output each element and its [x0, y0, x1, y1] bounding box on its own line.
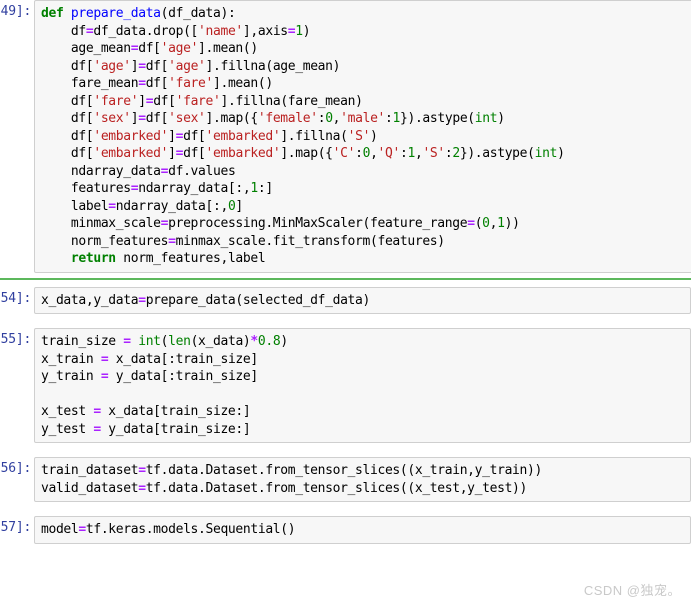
- cell-prompt: [49]:: [0, 4, 32, 19]
- code-line-8: df['embarked']=df['embarked'].fillna('S'…: [41, 128, 378, 144]
- cell-prompt: [55]:: [0, 332, 32, 347]
- cell-input-area[interactable]: train_size = int(len(x_data)*0.8) x_trai…: [34, 328, 691, 443]
- cell-input-area[interactable]: model=tf.keras.models.Sequential(): [34, 516, 691, 544]
- code-line-6: df['fare']=df['fare'].fillna(fare_mean): [41, 93, 363, 109]
- cell-prompt: [56]:: [0, 461, 32, 476]
- code-line-4: df['age']=df['age'].fillna(age_mean): [41, 58, 341, 74]
- notebook-cell[interactable]: [57]: model=tf.keras.models.Sequential(): [0, 516, 691, 544]
- cell-spacer: [0, 314, 691, 328]
- code-line-5: fare_mean=df['fare'].mean(): [41, 76, 273, 91]
- cell-separator: [0, 277, 691, 280]
- csdn-watermark: CSDN @独宠。: [583, 583, 681, 598]
- code-line-5: x_test = x_data[train_size:]: [41, 404, 251, 419]
- code-line-1: model=tf.keras.models.Sequential(): [41, 522, 296, 537]
- notebook-cell[interactable]: [56]: train_dataset=tf.data.Dataset.from…: [0, 457, 691, 502]
- code-line-11: features=ndarray_data[:,1:]: [41, 181, 273, 196]
- code-line-4: [41, 386, 686, 404]
- notebook-cell[interactable]: [55]: train_size = int(len(x_data)*0.8) …: [0, 328, 691, 443]
- code-line-2: valid_dataset=tf.data.Dataset.from_tenso…: [41, 480, 527, 496]
- cell-prompt: [57]:: [0, 520, 32, 535]
- code-line-1: def prepare_data(df_data):: [41, 6, 236, 21]
- code-line-3: y_train = y_data[:train_size]: [41, 369, 258, 384]
- code-line-2: df=df_data.drop(['name'],axis=1): [41, 23, 311, 39]
- code-line-12: label=ndarray_data[:,0]: [41, 198, 243, 214]
- cell-input-area[interactable]: def prepare_data(df_data): df=df_data.dr…: [34, 0, 691, 273]
- cell-prompt: [54]:: [0, 290, 32, 306]
- code-line-1: x_data,y_data=prepare_data(selected_df_d…: [41, 292, 370, 308]
- code-line-3: age_mean=df['age'].mean(): [41, 41, 258, 56]
- cell-spacer: [0, 443, 691, 457]
- notebook-cell[interactable]: [49]: def prepare_data(df_data): df=df_d…: [0, 0, 691, 273]
- code-line-7: df['sex']=df['sex'].map({'female':0,'mal…: [41, 111, 505, 126]
- code-line-14: norm_features=minmax_scale.fit_transform…: [41, 233, 445, 249]
- cell-spacer: [0, 502, 691, 516]
- code-line-10: ndarray_data=df.values: [41, 163, 236, 179]
- code-line-2: x_train = x_data[:train_size]: [41, 351, 258, 367]
- code-line-6: y_test = y_data[train_size:]: [41, 421, 251, 437]
- jupyter-notebook: [49]: def prepare_data(df_data): df=df_d…: [0, 0, 691, 608]
- code-line-9: df['embarked']=df['embarked'].map({'C':0…: [41, 146, 565, 161]
- cell-input-area[interactable]: train_dataset=tf.data.Dataset.from_tenso…: [34, 457, 691, 502]
- code-line-13: minmax_scale=preprocessing.MinMaxScaler(…: [41, 216, 520, 231]
- code-line-15: return norm_features,label: [70, 251, 266, 266]
- notebook-cell[interactable]: [54]: x_data,y_data=prepare_data(selecte…: [0, 286, 691, 314]
- cell-input-area[interactable]: x_data,y_data=prepare_data(selected_df_d…: [34, 286, 691, 314]
- code-line-1: train_dataset=tf.data.Dataset.from_tenso…: [41, 463, 542, 478]
- code-line-1: train_size = int(len(x_data)*0.8): [41, 334, 288, 349]
